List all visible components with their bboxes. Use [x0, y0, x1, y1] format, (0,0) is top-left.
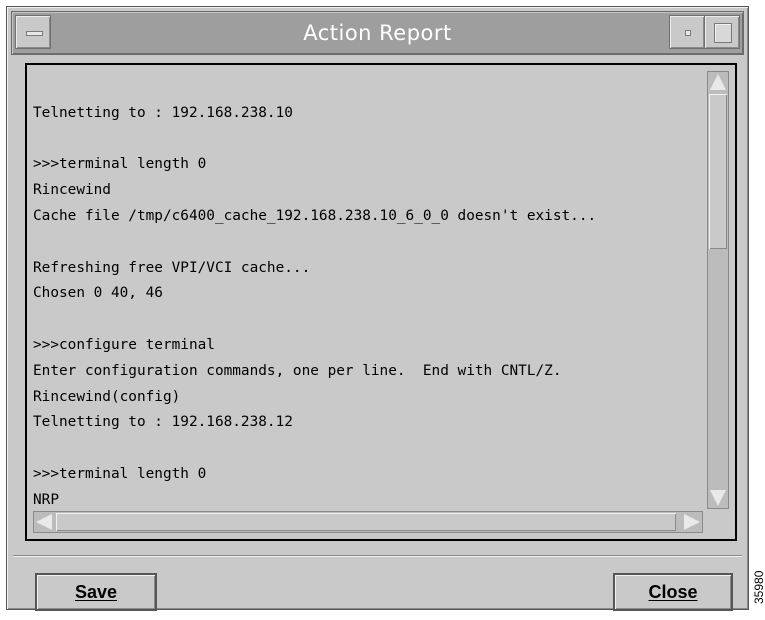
report-line: Cache file /tmp/c6400_cache_192.168.238.…: [33, 207, 597, 224]
report-line: [33, 75, 695, 101]
report-line: Enter configuration commands, one per li…: [33, 362, 562, 379]
horizontal-scrollbar[interactable]: [33, 511, 703, 533]
report-line: [33, 127, 695, 153]
scroll-down-arrow-icon[interactable]: [710, 490, 726, 506]
report-line: Telnetting to : 192.168.238.10: [33, 104, 293, 121]
report-line: >>>configure terminal: [33, 336, 215, 353]
report-output-area[interactable]: Telnetting to : 192.168.238.10 >>>termina…: [25, 63, 737, 541]
report-line: Rincewind: [33, 182, 111, 199]
report-line: Telnetting to : 192.168.238.12: [33, 414, 293, 431]
save-button[interactable]: Save: [35, 573, 157, 611]
report-line: [33, 307, 695, 333]
title-bar[interactable]: Action Report: [11, 11, 744, 55]
window-title: Action Report: [303, 21, 452, 45]
vertical-scrollbar[interactable]: [707, 71, 729, 509]
report-line: Rincewind(config): [33, 388, 181, 405]
save-button-label: Save: [74, 582, 118, 602]
action-report-window: Action Report Telnetting to : 192.168.23…: [6, 6, 749, 611]
vertical-scroll-thumb[interactable]: [709, 94, 727, 249]
report-line: Chosen 0 40, 46: [33, 285, 163, 302]
report-text: Telnetting to : 192.168.238.10 >>>termina…: [33, 75, 695, 507]
report-line: Refreshing free VPI/VCI cache...: [33, 259, 311, 276]
report-line: >>>terminal length 0: [33, 465, 207, 482]
window-minimize-icon: [685, 30, 691, 36]
close-button-label: Close: [648, 582, 698, 602]
scroll-left-arrow-icon[interactable]: [36, 514, 52, 530]
minimize-button[interactable]: [669, 15, 705, 49]
figure-number: 35980: [752, 570, 765, 604]
report-line: [33, 436, 695, 462]
horizontal-scroll-thumb[interactable]: [56, 513, 676, 531]
report-line: NRP: [33, 491, 59, 507]
window-maximize-icon: [714, 23, 732, 43]
separator: [13, 555, 742, 557]
scroll-up-arrow-icon[interactable]: [710, 74, 726, 90]
report-line: [33, 230, 695, 256]
report-line: >>>terminal length 0: [33, 156, 207, 173]
scroll-right-arrow-icon[interactable]: [684, 514, 700, 530]
close-button[interactable]: Close: [613, 573, 733, 611]
maximize-button[interactable]: [704, 15, 740, 49]
